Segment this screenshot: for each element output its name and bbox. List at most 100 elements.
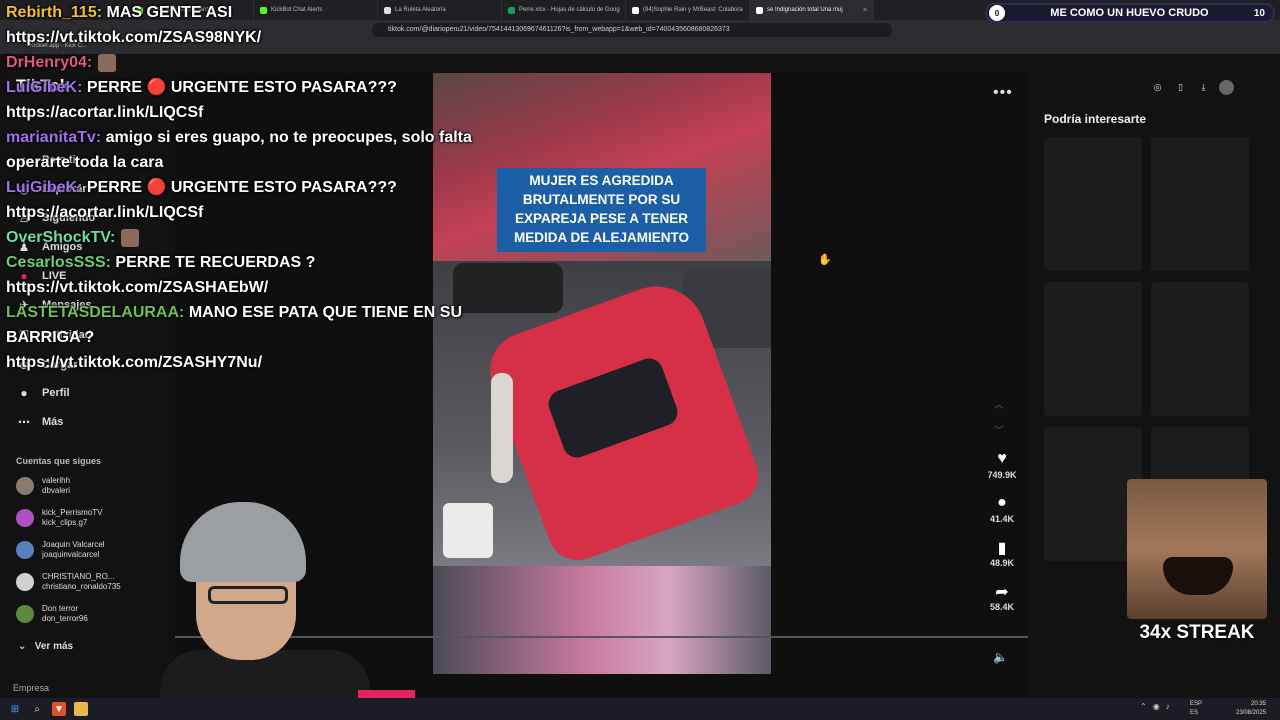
suggestions-title: Podría interesarte [1044, 112, 1147, 126]
following-item[interactable]: Joaquin Valcarcel joaquinvalcarcel [16, 540, 105, 560]
streak-widget: 34x STREAK [1127, 479, 1267, 654]
see-more-link[interactable]: ⌄ Ver más [18, 641, 73, 652]
chat-username[interactable]: marianitaTv: [6, 129, 101, 146]
top-right-toolbar: ◎ ▯ ⤓ [1150, 80, 1234, 95]
following-item[interactable]: CHRISTIANO_RO... christiano_ronaldo735 [16, 572, 121, 592]
chat-text: PERRE 🔴 URGENTE ESTO PASARA??? [86, 179, 397, 196]
chat-username[interactable]: LuiGibeK: [6, 179, 82, 196]
tab-close-icon[interactable]: × [863, 7, 867, 14]
avatar [16, 477, 34, 495]
person [491, 373, 513, 483]
browser-tab[interactable]: (84)Sophie Rain y MrBeast: Colabora [626, 0, 750, 20]
avatar[interactable] [1219, 80, 1234, 95]
chevron-up-icon[interactable]: ⌃ [1140, 702, 1147, 711]
chat-username[interactable]: DrHenry04: [6, 54, 92, 71]
chat-overlay: Rebirth_115: MAS GENTE ASI https://vt.tik… [6, 0, 526, 375]
heart-button[interactable]: ♥ 749.9K [984, 450, 1020, 480]
stream-goal-banner: 0 ME COMO UN HUEVO CRUDO 10 [985, 3, 1275, 23]
see-more-label: Ver más [34, 641, 74, 652]
sidebar-item-9[interactable]: ⋯ Más [16, 414, 63, 430]
avatar [16, 541, 34, 559]
chat-link[interactable]: https://acortar.link/LIQCSf [6, 100, 526, 125]
following-names: Joaquin Valcarcel joaquinvalcarcel [42, 540, 105, 560]
action-count: 41.4K [989, 514, 1015, 524]
chat-link[interactable]: https://acortar.link/LIQCSf [6, 200, 526, 225]
prev-video-icon[interactable]: ︿ [994, 396, 1004, 411]
following-item[interactable]: Don terror don_terror96 [16, 604, 88, 624]
suggestion-thumbnail[interactable] [1151, 282, 1249, 416]
chat-message: CesarlosSSS: PERRE TE RECUERDAS ? [6, 250, 526, 275]
chat-username[interactable]: OverShockTV: [6, 229, 115, 246]
chat-link[interactable]: https://vt.tiktok.com/ZSASHY7Nu/ [6, 350, 526, 375]
following-name: Joaquin Valcarcel [42, 540, 105, 549]
device-icon[interactable]: ▯ [1173, 80, 1188, 95]
following-name: kick_PerrismoTV [42, 508, 103, 517]
heart-icon: ♥ [997, 450, 1007, 467]
more-options-icon[interactable]: ••• [993, 84, 1013, 102]
avatar [16, 573, 34, 591]
chat-message: LuiGibeK: PERRE 🔴 URGENTE ESTO PASARA??? [6, 75, 526, 100]
sidebar-item-8[interactable]: ● Perfil [16, 385, 69, 401]
share-button[interactable]: ➦ 58.4K [984, 582, 1020, 612]
next-video-icon[interactable]: ﹀ [994, 422, 1004, 437]
following-title: Cuentas que sigues [16, 456, 102, 466]
browser-tab[interactable]: se Indignación total Una muj × [750, 0, 874, 20]
microphone-icon[interactable]: ♪ [1166, 702, 1170, 711]
avatar [16, 509, 34, 527]
following-handle: kick_clips.g7 [42, 518, 88, 527]
avatar [16, 605, 34, 623]
video-frame-bottom [433, 566, 771, 674]
mouse-cursor-icon: ✋ [818, 254, 832, 266]
banner-right-count: 10 [1253, 7, 1265, 19]
action-count: 48.9K [989, 558, 1015, 568]
suggestion-thumbnail[interactable] [1151, 137, 1249, 271]
system-clock[interactable]: 20:35 23/08/2025 [1236, 700, 1266, 718]
tab-favicon-icon [632, 6, 639, 14]
suggestion-thumbnail[interactable] [1151, 427, 1249, 487]
following-name: valerihh [42, 476, 71, 485]
file-explorer-icon[interactable] [74, 702, 88, 716]
settings-icon[interactable]: ◎ [1150, 80, 1165, 95]
taskbar: ⊞ ⌕ ▼ ⌃ ◉ ♪ ESP ES 20:35 23/08/2025 [0, 698, 1280, 720]
screen: ream - Kick Dashboard KickBot Chat Alerts… [0, 0, 1280, 720]
chat-emote-icon [98, 53, 117, 72]
chair [443, 503, 493, 558]
chat-username[interactable]: LuiGibeK: [6, 79, 82, 96]
suggestion-thumbnail[interactable] [1044, 137, 1142, 271]
suggestion-thumbnail[interactable] [1044, 282, 1142, 416]
chat-username[interactable]: Rebirth_115: [6, 4, 102, 21]
following-handle: joaquinvalcarcel [42, 550, 100, 559]
chat-link[interactable]: https://vt.tiktok.com/ZSAS98NYK/ [6, 25, 526, 50]
brave-browser-icon[interactable]: ▼ [52, 702, 66, 716]
download-icon[interactable]: ⤓ [1196, 80, 1211, 95]
clock-time: 20:35 [1251, 701, 1267, 707]
bookmark-icon: ▮ [997, 540, 1007, 557]
windows-start-icon[interactable]: ⊞ [8, 702, 22, 716]
chat-text: PERRE TE RECUERDAS ? [115, 254, 316, 271]
volume-icon[interactable]: 🔈 [993, 650, 1008, 664]
language-indicator[interactable]: ESP ES [1190, 700, 1202, 718]
following-handle: christiano_ronaldo735 [42, 582, 121, 591]
following-names: CHRISTIANO_RO... christiano_ronaldo735 [42, 572, 121, 592]
comment-button[interactable]: ● 41.4K [984, 494, 1020, 524]
network-icon[interactable]: ◉ [1153, 702, 1160, 711]
chat-emote-icon [121, 228, 140, 247]
streak-image [1127, 479, 1267, 619]
clock-date: 23/08/2025 [1236, 710, 1267, 716]
share-icon: ➦ [995, 584, 1009, 601]
following-names: valerihh dbvaleri [42, 476, 70, 496]
chat-link[interactable]: https://vt.tiktok.com/ZSASHAEbW/ [6, 275, 526, 300]
following-item[interactable]: valerihh dbvaleri [16, 476, 70, 496]
chat-username[interactable]: CesarlosSSS: [6, 254, 111, 271]
following-handle: dbvaleri [42, 486, 71, 495]
company-link[interactable]: Empresa [13, 683, 49, 693]
chat-text: MAS GENTE ASI [106, 4, 233, 21]
banner-text: ME COMO UN HUEVO CRUDO [1050, 7, 1209, 19]
bookmark-button[interactable]: ▮ 48.9K [984, 538, 1020, 568]
comment-icon: ● [997, 494, 1007, 511]
search-icon[interactable]: ⌕ [30, 702, 44, 716]
chat-username[interactable]: LASTETASDELAURAA: [6, 304, 184, 321]
chat-message: DrHenry04: [6, 50, 526, 75]
chat-message: Rebirth_115: MAS GENTE ASI [6, 0, 526, 25]
following-item[interactable]: kick_PerrismoTV kick_clips.g7 [16, 508, 102, 528]
